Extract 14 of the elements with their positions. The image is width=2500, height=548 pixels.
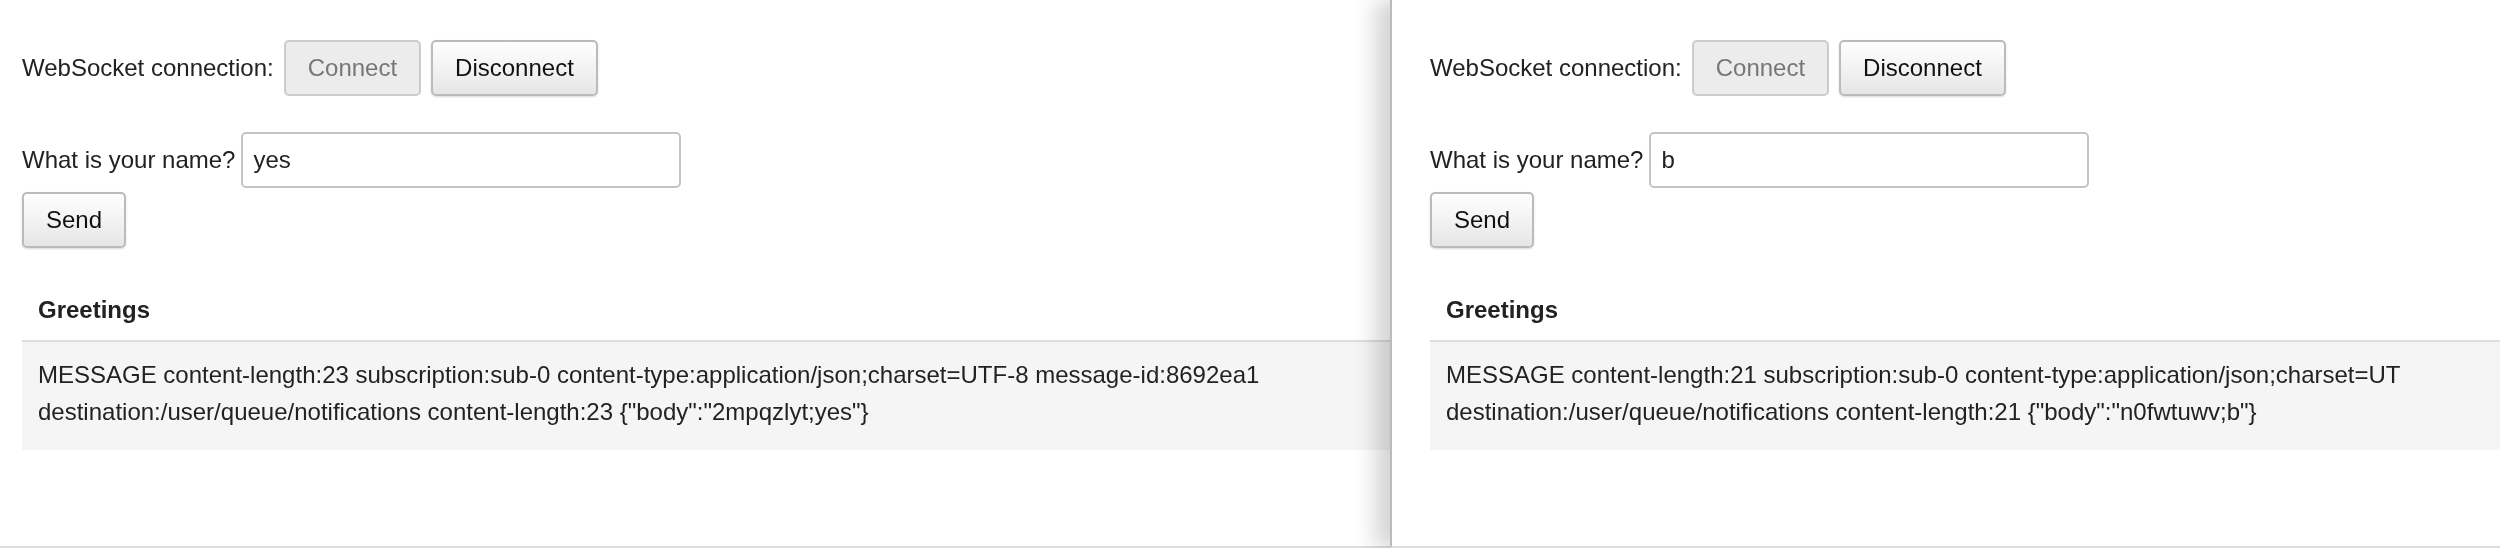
table-heading: Greetings (37, 296, 152, 325)
name-label: What is your name? (1430, 146, 1644, 174)
send-button[interactable]: Send (1430, 192, 1535, 248)
name-input-field[interactable]: yes (241, 132, 682, 188)
name-label: What is your name? (22, 146, 236, 174)
disconnect-button[interactable]: Disconnect (1839, 40, 2006, 96)
connection-label: WebSocket connection: (1430, 54, 1682, 82)
message-cell: MESSAGE content-length:21 subscription:sub-0 content-type:application/json;charset=UT destination:/user/queue/notifications content-length:21 {"body":"n0fwtuwv;b"} (1430, 340, 2500, 450)
disconnect-button[interactable]: Disconnect (431, 40, 598, 96)
name-input-field[interactable]: b (1649, 132, 2090, 188)
message-cell: MESSAGE content-length:23 subscription:sub-0 content-type:application/json;charset=UTF-8 message-id:8692ea1 destination:/user/queue/notifications content-length:23 {"body":"2mpqzlyt;yes"} (22, 340, 1390, 450)
send-button[interactable]: Send (22, 192, 127, 248)
table-heading: Greetings (1445, 296, 1560, 325)
connection-label: WebSocket connection: (22, 54, 274, 82)
